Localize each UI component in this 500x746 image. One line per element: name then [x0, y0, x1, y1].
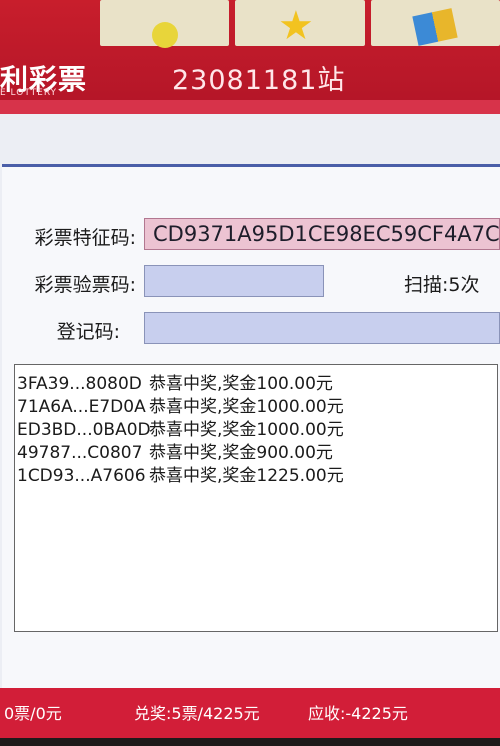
- results-list[interactable]: 3FA39...8080D 恭喜中奖,奖金100.00元 71A6A...E7D0…: [14, 364, 498, 632]
- scan-count: 扫描:5次: [404, 274, 480, 296]
- star-graphic: ★: [277, 3, 314, 49]
- screen-bezel: [0, 738, 500, 746]
- banner-strip: ★: [100, 0, 500, 49]
- ticket-id: 3FA39...8080D: [17, 374, 142, 394]
- verify-code-label: 彩票验票码:: [34, 274, 136, 296]
- prize-message: 恭喜中奖,奖金100.00元: [149, 374, 333, 394]
- prize-message: 恭喜中奖,奖金1000.00元: [149, 420, 344, 440]
- prize-message: 恭喜中奖,奖金1000.00元: [149, 397, 344, 417]
- app-header: ★ 利彩票 E LOTTERY 23081181站: [0, 0, 500, 100]
- feature-code-field[interactable]: CD9371A95D1CE98EC59CF4A7C: [144, 218, 500, 250]
- feature-code-label: 彩票特征码:: [34, 227, 136, 249]
- list-item[interactable]: 1CD93...A7606 恭喜中奖,奖金1225.00元: [17, 461, 344, 486]
- payout-summary: 兑奖:5票/4225元: [134, 704, 260, 723]
- blocks-graphic: [412, 8, 458, 46]
- ticket-id: 71A6A...E7D0A: [17, 397, 146, 417]
- banner-tile: ★: [235, 0, 365, 49]
- station-number: 23081181站: [172, 65, 346, 96]
- banner-tile: [370, 0, 500, 46]
- verify-code-field[interactable]: [144, 265, 324, 297]
- register-code-label: 登记码:: [56, 321, 120, 343]
- header-divider: [0, 100, 500, 114]
- ticket-id: 49787...C0807: [17, 443, 143, 463]
- banner-tile: [100, 0, 230, 48]
- ball-graphic: [151, 22, 178, 48]
- brand-logo-subtext: E LOTTERY: [0, 88, 58, 98]
- ticket-id: ED3BD...0BA0D: [17, 420, 151, 440]
- list-item[interactable]: 49787...C0807 恭喜中奖,奖金900.00元: [17, 438, 333, 463]
- list-item[interactable]: 3FA39...8080D 恭喜中奖,奖金100.00元: [17, 369, 333, 394]
- ticket-id: 1CD93...A7606: [17, 466, 146, 486]
- prize-message: 恭喜中奖,奖金900.00元: [149, 443, 333, 463]
- register-code-field[interactable]: [144, 312, 500, 344]
- prize-message: 恭喜中奖,奖金1225.00元: [149, 466, 344, 486]
- receivable-summary: 应收:-4225元: [308, 704, 408, 723]
- list-item[interactable]: 71A6A...E7D0A 恭喜中奖,奖金1000.00元: [17, 392, 344, 417]
- list-item[interactable]: ED3BD...0BA0D恭喜中奖,奖金1000.00元: [17, 415, 344, 440]
- sales-summary: 0票/0元: [4, 704, 62, 723]
